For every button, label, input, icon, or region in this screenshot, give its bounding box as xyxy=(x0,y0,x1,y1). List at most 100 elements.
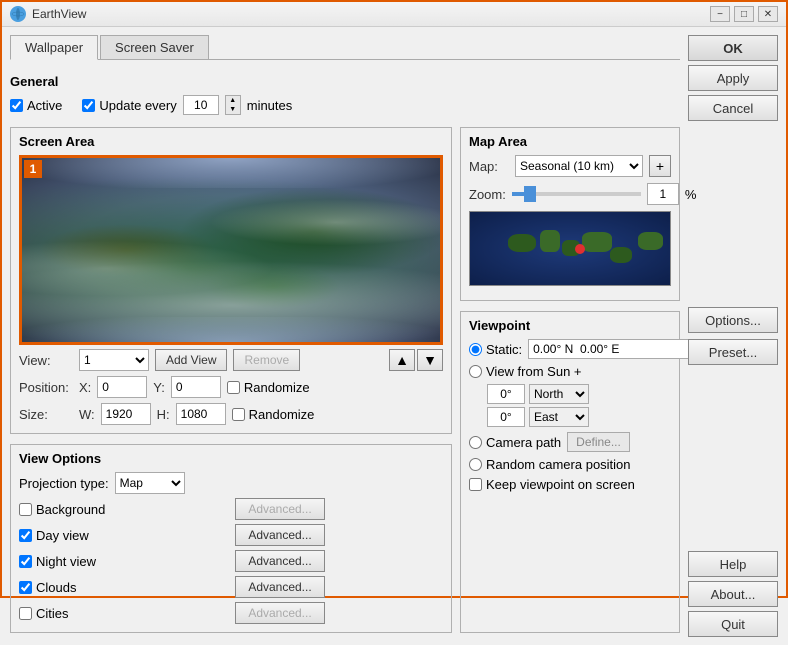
day-view-option[interactable]: Day view xyxy=(19,524,227,546)
map-row: Map: Seasonal (10 km) Blue Marble Topogr… xyxy=(469,155,671,177)
static-radio-label[interactable]: Static: xyxy=(469,342,522,357)
preset-button[interactable]: Preset... xyxy=(688,339,778,365)
spinner-down-button[interactable]: ▼ xyxy=(226,105,240,114)
cities-advanced-button[interactable]: Advanced... xyxy=(235,602,325,624)
update-value-input[interactable] xyxy=(183,95,219,115)
action-panel: OK Apply Cancel Options... Preset... Hel… xyxy=(688,35,778,637)
map-select[interactable]: Seasonal (10 km) Blue Marble Topographic xyxy=(515,155,643,177)
view-from-sun-label[interactable]: View from Sun + xyxy=(469,364,671,379)
sun-input-1[interactable] xyxy=(487,384,525,404)
clouds-option[interactable]: Clouds xyxy=(19,576,227,598)
random-camera-radio[interactable] xyxy=(469,458,482,471)
view-from-sun-text: View from Sun + xyxy=(486,364,582,379)
cancel-button[interactable]: Cancel xyxy=(688,95,778,121)
camera-path-row: Camera path Define... xyxy=(469,432,671,452)
active-checkbox-label[interactable]: Active xyxy=(10,98,62,113)
options-button[interactable]: Options... xyxy=(688,307,778,333)
main-panel: Wallpaper Screen Saver General Active Up… xyxy=(10,35,680,637)
clouds-advanced-button[interactable]: Advanced... xyxy=(235,576,325,598)
nav-down-button[interactable]: ▼ xyxy=(417,349,443,371)
random-camera-label[interactable]: Random camera position xyxy=(469,457,671,472)
randomize-position-label[interactable]: Randomize xyxy=(227,380,310,395)
minimize-button[interactable]: − xyxy=(710,6,730,22)
night-view-option[interactable]: Night view xyxy=(19,550,227,572)
help-button[interactable]: Help xyxy=(688,551,778,577)
zoom-slider[interactable] xyxy=(512,192,641,196)
day-view-checkbox[interactable] xyxy=(19,529,32,542)
night-view-checkbox[interactable] xyxy=(19,555,32,568)
background-checkbox[interactable] xyxy=(19,503,32,516)
define-button[interactable]: Define... xyxy=(567,432,630,452)
static-radio[interactable] xyxy=(469,343,482,356)
randomize-size-label[interactable]: Randomize xyxy=(232,407,315,422)
cities-option[interactable]: Cities xyxy=(19,602,227,624)
x-input[interactable] xyxy=(97,376,147,398)
background-option[interactable]: Background xyxy=(19,498,227,520)
cities-checkbox[interactable] xyxy=(19,607,32,620)
about-button[interactable]: About... xyxy=(688,581,778,607)
clouds-checkbox[interactable] xyxy=(19,581,32,594)
randomize-size-checkbox[interactable] xyxy=(232,408,245,421)
general-label: General xyxy=(10,74,680,89)
nav-up-button[interactable]: ▲ xyxy=(389,349,415,371)
spinner-up-button[interactable]: ▲ xyxy=(226,96,240,105)
view-from-sun-radio[interactable] xyxy=(469,365,482,378)
viewpoint-label: Viewpoint xyxy=(469,318,671,333)
view-select[interactable]: 1 xyxy=(79,349,149,371)
close-button[interactable]: ✕ xyxy=(758,6,778,22)
sun-input-2[interactable] xyxy=(487,407,525,427)
ok-button[interactable]: OK xyxy=(688,35,778,61)
y-input[interactable] xyxy=(171,376,221,398)
update-checkbox[interactable] xyxy=(82,99,95,112)
w-input[interactable] xyxy=(101,403,151,425)
window-controls: − □ ✕ xyxy=(710,6,778,22)
main-window: EarthView − □ ✕ Wallpaper Screen Saver G… xyxy=(0,0,788,598)
map-area-label: Map Area xyxy=(469,134,671,149)
remove-button[interactable]: Remove xyxy=(233,349,300,371)
quit-button[interactable]: Quit xyxy=(688,611,778,637)
east-select[interactable]: East West North South xyxy=(529,407,589,427)
map-add-button[interactable]: + xyxy=(649,155,671,177)
projection-select[interactable]: Map Globe Flat xyxy=(115,472,185,494)
static-row: Static: xyxy=(469,339,671,359)
randomize-position-text: Randomize xyxy=(244,380,310,395)
w-label: W: xyxy=(79,407,95,422)
cities-label: Cities xyxy=(36,606,69,621)
night-view-advanced-button[interactable]: Advanced... xyxy=(235,550,325,572)
map-label: Map: xyxy=(469,159,509,174)
view-options-label: View Options xyxy=(19,451,443,466)
mini-land-1 xyxy=(508,234,536,252)
tab-screensaver[interactable]: Screen Saver xyxy=(100,35,209,59)
x-label: X: xyxy=(79,380,91,395)
keep-viewpoint-checkbox[interactable] xyxy=(469,478,482,491)
view-controls: View: 1 Add View Remove ▲ ▼ xyxy=(19,345,443,425)
projection-row: Projection type: Map Globe Flat xyxy=(19,472,443,494)
content-area: Wallpaper Screen Saver General Active Up… xyxy=(2,27,786,645)
mini-land-5 xyxy=(610,247,632,263)
polar-ice-top xyxy=(22,158,440,188)
background-advanced-button[interactable]: Advanced... xyxy=(235,498,325,520)
title-text: EarthView xyxy=(32,7,704,21)
static-value-input[interactable] xyxy=(528,339,693,359)
tab-wallpaper[interactable]: Wallpaper xyxy=(10,35,98,60)
camera-path-label[interactable]: Camera path xyxy=(469,435,561,450)
zoom-input[interactable] xyxy=(647,183,679,205)
day-view-advanced-button[interactable]: Advanced... xyxy=(235,524,325,546)
add-view-button[interactable]: Add View xyxy=(155,349,227,371)
sun-row-1: North South East West xyxy=(487,384,671,404)
keep-viewpoint-label[interactable]: Keep viewpoint on screen xyxy=(469,477,671,492)
maximize-button[interactable]: □ xyxy=(734,6,754,22)
update-row: Update every ▲ ▼ minutes xyxy=(82,95,292,115)
tab-bar: Wallpaper Screen Saver xyxy=(10,35,680,60)
update-checkbox-label[interactable]: Update every xyxy=(82,98,176,113)
position-label: Position: xyxy=(19,380,73,395)
north-select[interactable]: North South East West xyxy=(529,384,589,404)
title-bar: EarthView − □ ✕ xyxy=(2,2,786,27)
background-label: Background xyxy=(36,502,105,517)
apply-button[interactable]: Apply xyxy=(688,65,778,91)
active-checkbox[interactable] xyxy=(10,99,23,112)
camera-path-radio[interactable] xyxy=(469,436,482,449)
randomize-position-checkbox[interactable] xyxy=(227,381,240,394)
h-input[interactable] xyxy=(176,403,226,425)
spinner-buttons: ▲ ▼ xyxy=(225,95,241,115)
